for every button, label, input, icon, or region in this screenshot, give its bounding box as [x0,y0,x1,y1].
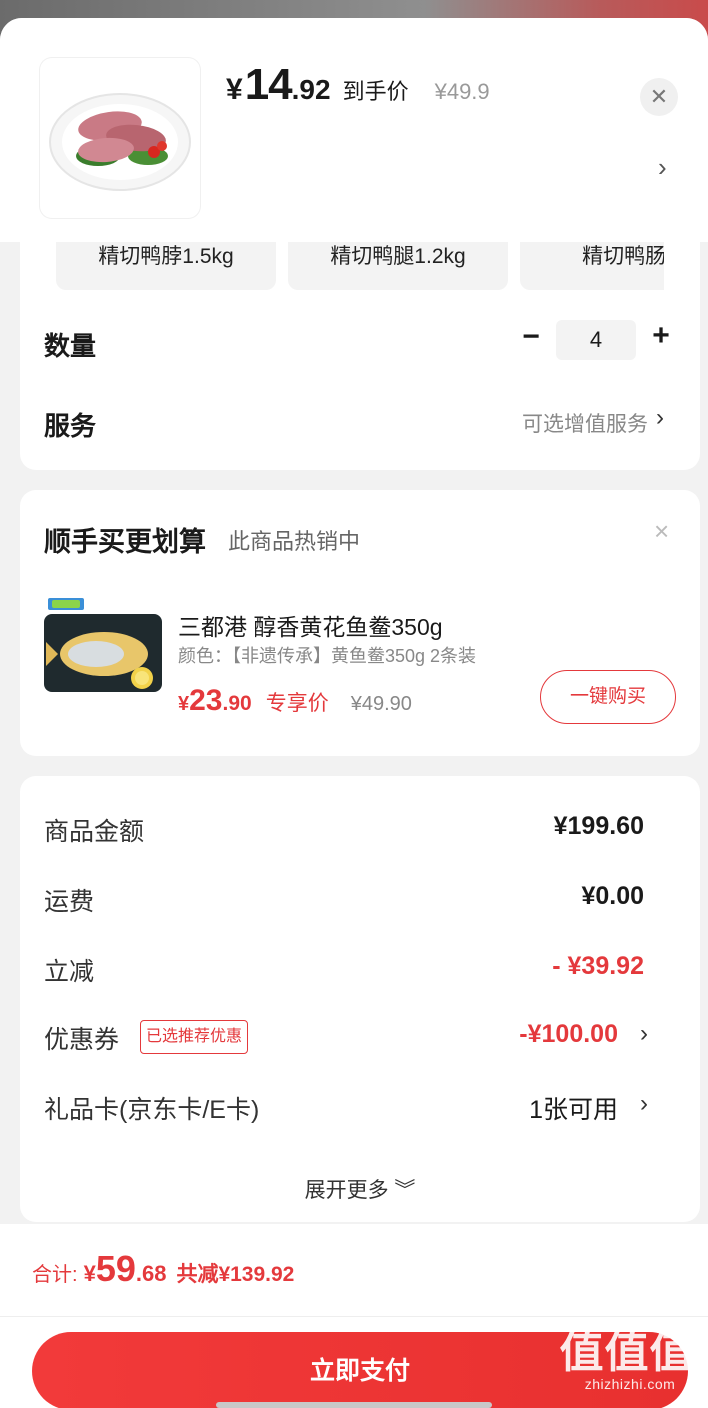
close-icon[interactable]: × [654,516,669,547]
price-label: 到手价 [342,79,409,104]
price-integer: 14 [244,60,293,109]
upsell-original-price: ¥49.90 [350,693,412,715]
quantity-label: 数量 [44,331,97,361]
decrease-quantity-button[interactable]: − [516,322,546,354]
price-currency: ¥ [226,73,243,106]
upsell-price-currency: ¥ [178,693,190,715]
service-value[interactable]: 可选增值服务 [440,408,648,438]
product-image[interactable] [40,58,200,218]
upsell-title: 顺手买更划算 [44,527,206,557]
summary-value: 1张可用 [529,1096,618,1124]
upsell-subtitle: 此商品热销中 [228,529,361,554]
watermark-logo: 值值值 [559,1328,695,1377]
order-summary-card: 商品金额 ¥199.60 运费 ¥0.00 立减 - ¥39.92 优惠券 已选… [20,776,700,1222]
chevron-right-icon[interactable]: › [658,152,667,183]
expand-more-button[interactable]: 展开更多 ︾ [20,1174,700,1204]
chevron-right-icon[interactable]: › [640,1090,648,1118]
summary-value: - ¥39.92 [552,952,644,980]
summary-value: -¥100.00 [519,1020,618,1048]
upsell-price-tag: 专享价 [265,692,329,715]
close-icon: ✕ [649,84,669,109]
options-card: 精切鸭脖1.5kg 精切鸭腿1.2kg 精切鸭肠1 数量 − 4 + 服务 可选… [20,218,700,470]
total-saved: 共减¥139.92 [176,1263,295,1286]
summary-label: 商品金额 [44,818,145,846]
upsell-price-integer: 23 [189,684,223,717]
total-decimal: .68 [135,1261,167,1286]
upsell-card: 顺手买更划算 此商品热销中 × 三都港 醇香黄花鱼鲞350g 颜色：【非遗传承】… [20,490,700,756]
duck-meat-image [49,93,191,191]
upsell-price-decimal: .90 [222,692,252,715]
upsell-product-spec: 颜色：【非遗传承】黄鱼鲞350g 2条装 [178,646,477,666]
summary-row-giftcard[interactable]: 礼品卡(京东卡/E卡) 1张可用 › [44,1090,676,1130]
chevron-right-icon[interactable]: › [656,404,664,432]
order-total: 合计: ¥ 59 .68 共减¥139.92 [32,1248,294,1290]
summary-value: ¥0.00 [581,882,644,910]
chevron-right-icon[interactable]: › [640,1020,648,1048]
close-button[interactable]: ✕ [640,78,678,116]
service-label: 服务 [44,411,97,441]
upsell-price: ¥ 23 .90 专享价 ¥49.90 [178,684,412,718]
coupon-badge: 已选推荐优惠 [140,1020,249,1054]
header-price: ¥ 14 .92 到手价 ¥49.9 [226,60,490,110]
total-currency: ¥ [83,1261,96,1286]
one-click-buy-button[interactable]: 一键购买 [540,670,676,724]
total-label: 合计: [32,1264,78,1286]
summary-row-discount: 立减 - ¥39.92 [44,952,676,992]
fish-product-image[interactable] [44,596,164,700]
summary-label: 立减 [44,958,95,986]
price-decimal: .92 [291,74,331,105]
checkout-sheet: ¥ 14 .92 到手价 ¥49.9 ✕ › 精切鸭脖1.5kg 精切鸭腿1.2… [0,18,708,1408]
summary-label: 运费 [44,888,95,916]
quantity-input[interactable]: 4 [556,320,636,360]
sheet-header: ¥ 14 .92 到手价 ¥49.9 ✕ › [0,18,708,242]
increase-quantity-button[interactable]: + [646,321,676,352]
summary-label: 优惠券 [44,1026,120,1054]
original-price: ¥49.9 [434,79,490,104]
summary-row-shipping: 运费 ¥0.00 [44,882,676,922]
upsell-product-title[interactable]: 三都港 醇香黄花鱼鲞350g [178,608,443,642]
summary-label: 礼品卡(京东卡/E卡) [44,1096,260,1124]
watermark-url: zhizhizhi.com [584,1376,676,1392]
summary-row-coupon[interactable]: 优惠券 已选推荐优惠 -¥100.00 › [44,1020,676,1060]
home-indicator [216,1402,492,1408]
total-integer: 59 [95,1248,136,1289]
summary-value: ¥199.60 [553,812,644,840]
summary-row-goods: 商品金额 ¥199.60 [44,812,676,852]
